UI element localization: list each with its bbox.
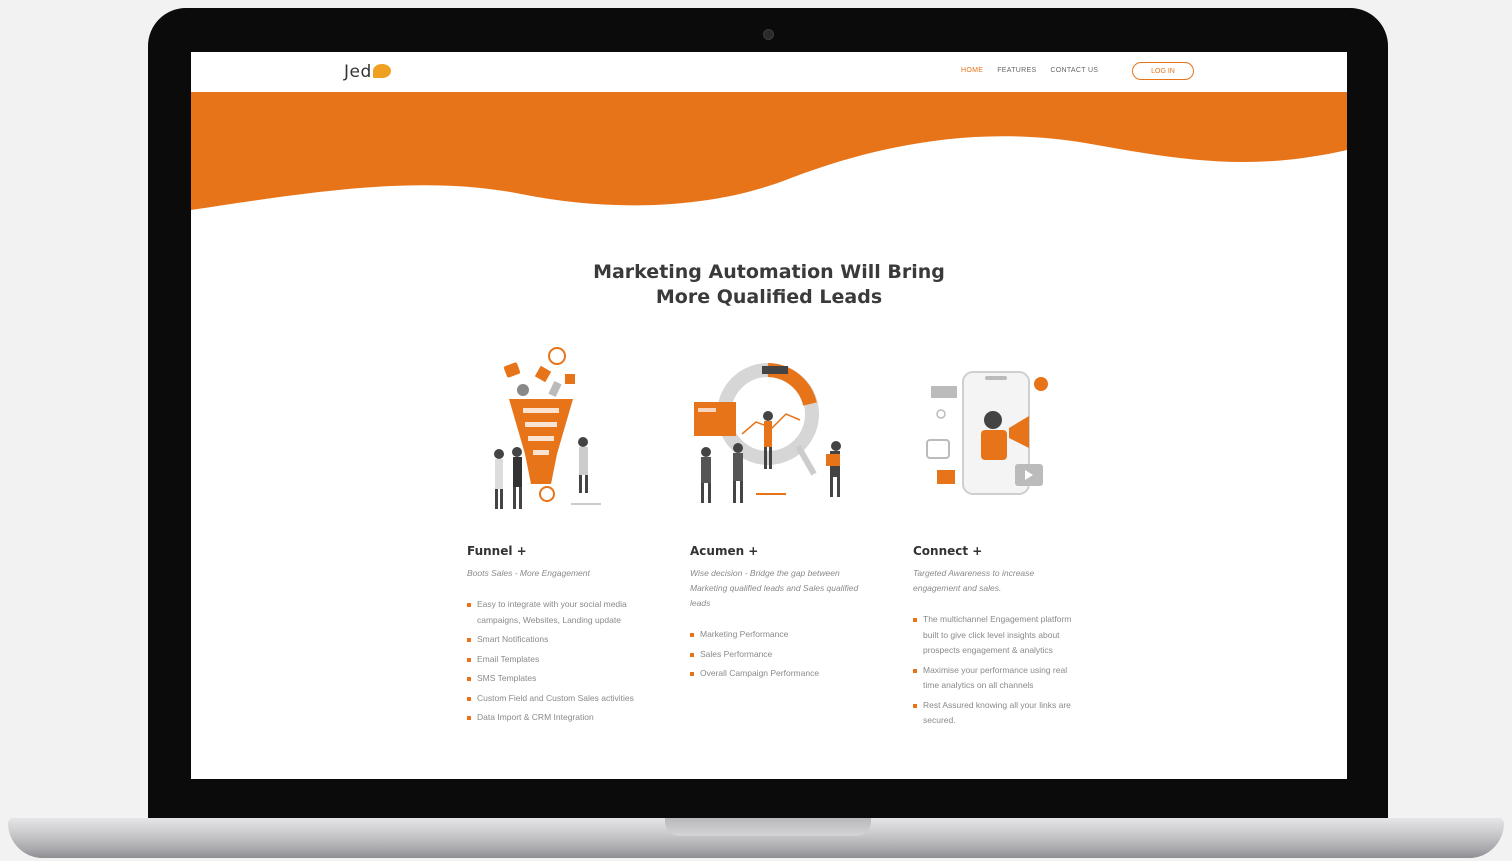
nav-link-home[interactable]: HOME — [961, 67, 983, 74]
feature-funnel: Funnel + Boots Sales - More Engagement E… — [467, 544, 637, 730]
feature-connect: Connect + Targeted Awareness to increase… — [913, 544, 1083, 733]
laptop-notch — [665, 818, 871, 836]
feature-list: Marketing Performance Sales Performance … — [690, 627, 860, 682]
nav-links: HOME FEATURES CONTACT US — [961, 67, 1098, 74]
feature-title[interactable]: Acumen + — [690, 544, 860, 558]
feature-title[interactable]: Funnel + — [467, 544, 637, 558]
list-item: Maximise your performance using real tim… — [913, 663, 1083, 694]
camera-icon — [763, 29, 774, 40]
logo-badge-icon — [372, 64, 391, 78]
feature-title[interactable]: Connect + — [913, 544, 1083, 558]
navbar: Jed HOME FEATURES CONTACT US LOG IN — [191, 52, 1347, 92]
page-headline: Marketing Automation Will Bring More Qua… — [191, 260, 1347, 310]
nav-link-features[interactable]: FEATURES — [997, 67, 1036, 74]
feature-acumen: Acumen + Wise decision - Bridge the gap … — [690, 544, 860, 686]
list-item: SMS Templates — [467, 671, 637, 687]
list-item: Rest Assured knowing all your links are … — [913, 698, 1083, 729]
phone-megaphone-illustration — [926, 371, 1048, 495]
headline-line-2: More Qualified Leads — [655, 286, 883, 308]
headline-line-1: Marketing Automation Will Bring — [593, 261, 945, 283]
list-item: Overall Campaign Performance — [690, 666, 860, 682]
feature-subtitle: Targeted Awareness to increase engagemen… — [913, 568, 1035, 593]
list-item: Marketing Performance — [690, 627, 860, 643]
list-item: Sales Performance — [690, 647, 860, 663]
laptop-screen: Jed HOME FEATURES CONTACT US LOG IN Mark… — [191, 52, 1347, 779]
feature-subtitle: Boots Sales - More Engagement — [467, 568, 590, 578]
list-item: Data Import & CRM Integration — [467, 710, 637, 726]
analytics-illustration — [694, 363, 841, 503]
feature-list: Easy to integrate with your social media… — [467, 597, 637, 726]
logo-text: Jed — [344, 62, 372, 82]
nav-link-contact[interactable]: CONTACT US — [1050, 67, 1098, 74]
list-item: Easy to integrate with your social media… — [467, 597, 637, 628]
logo[interactable]: Jed — [344, 62, 391, 82]
hero-wave-banner — [191, 92, 1347, 210]
funnel-illustration — [494, 347, 601, 509]
list-item: The multichannel Engagement platform bui… — [913, 612, 1083, 659]
list-item: Smart Notifications — [467, 632, 637, 648]
list-item: Custom Field and Custom Sales activities — [467, 691, 637, 707]
feature-subtitle: Wise decision - Bridge the gap between M… — [690, 568, 859, 608]
feature-list: The multichannel Engagement platform bui… — [913, 612, 1083, 729]
list-item: Email Templates — [467, 652, 637, 668]
login-button[interactable]: LOG IN — [1132, 62, 1194, 80]
